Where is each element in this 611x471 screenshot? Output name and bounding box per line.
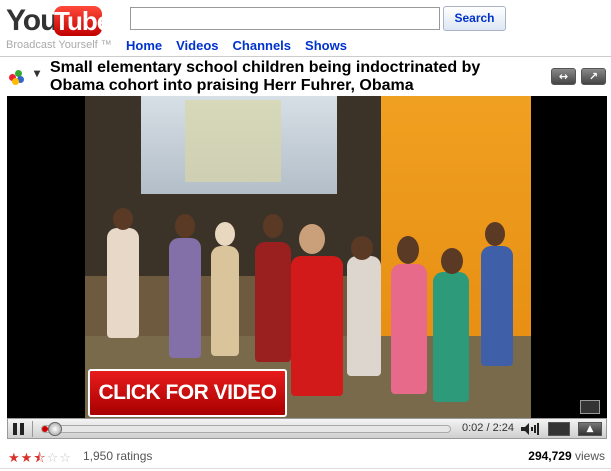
logo-tube-box: Tube bbox=[54, 6, 111, 36]
color-balls-icon bbox=[9, 70, 25, 85]
footer-divider bbox=[0, 468, 611, 469]
seek-handle[interactable] bbox=[48, 422, 62, 436]
click-for-video-button[interactable]: CLICK FOR VIDEO bbox=[88, 369, 287, 417]
logo-you-text: You bbox=[6, 4, 58, 37]
resize-icon[interactable]: ↔ bbox=[551, 68, 576, 85]
logo-tube-text: Tube bbox=[54, 6, 111, 36]
volume-icon[interactable] bbox=[521, 423, 539, 435]
popout-icon[interactable]: ↗ bbox=[581, 68, 606, 85]
video-player[interactable]: CLICK FOR VIDEO bbox=[7, 96, 607, 418]
time-display: 0:02 / 2:24 bbox=[462, 422, 514, 434]
star-icon[interactable]: ★ bbox=[8, 451, 21, 466]
seek-bar[interactable] bbox=[41, 422, 451, 436]
search-input[interactable] bbox=[130, 7, 440, 30]
header-divider bbox=[0, 56, 611, 57]
main-nav: Home Videos Channels Shows bbox=[126, 38, 347, 53]
views-label: views bbox=[571, 449, 605, 463]
chevron-down-icon[interactable]: ▾ bbox=[34, 66, 40, 80]
player-controls: 0:02 / 2:24 ▲ bbox=[7, 418, 607, 439]
views-number: 294,729 bbox=[528, 449, 572, 463]
star-icon[interactable]: ⯪ bbox=[33, 451, 46, 466]
star-icon[interactable]: ★ bbox=[21, 451, 34, 466]
star-icon[interactable]: ☆ bbox=[59, 451, 72, 466]
resize-player-icon[interactable] bbox=[548, 422, 570, 436]
nav-channels[interactable]: Channels bbox=[233, 38, 292, 53]
nav-shows[interactable]: Shows bbox=[305, 38, 347, 53]
ratings-count: 1,950 ratings bbox=[83, 449, 153, 463]
search-button[interactable]: Search bbox=[443, 6, 506, 31]
star-icon[interactable]: ☆ bbox=[47, 451, 60, 466]
expand-icon[interactable]: ▲ bbox=[578, 422, 602, 436]
youtube-logo[interactable]: You Tube bbox=[6, 4, 111, 38]
video-title: Small elementary school children being i… bbox=[50, 59, 481, 94]
view-count: 294,729 views bbox=[528, 449, 605, 463]
tagline: Broadcast Yourself ™ bbox=[6, 39, 112, 51]
pause-icon[interactable] bbox=[13, 423, 25, 435]
fullscreen-icon[interactable] bbox=[580, 400, 600, 414]
nav-home[interactable]: Home bbox=[126, 38, 162, 53]
nav-videos[interactable]: Videos bbox=[176, 38, 218, 53]
